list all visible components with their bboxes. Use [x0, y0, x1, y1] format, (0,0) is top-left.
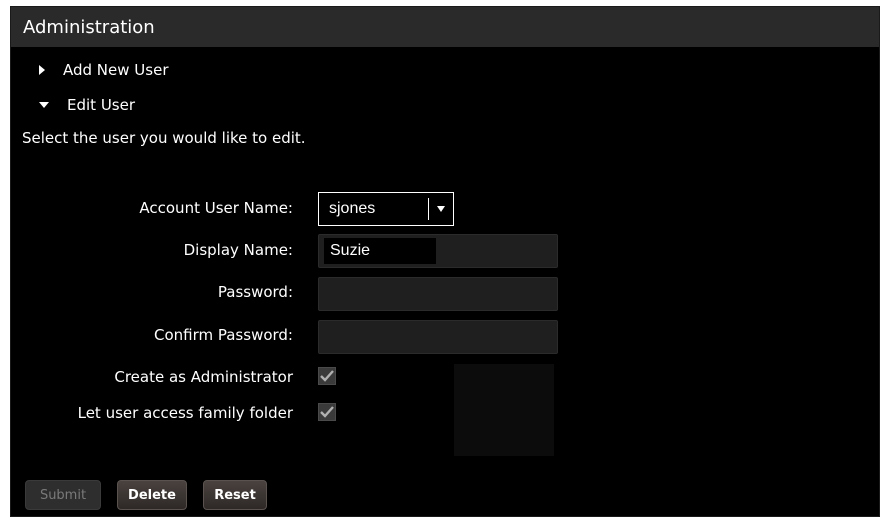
- family-folder-checkbox[interactable]: [318, 403, 336, 421]
- edit-instruction: Select the user you would like to edit.: [22, 129, 306, 147]
- display-name-label: Display Name:: [183, 241, 293, 259]
- delete-button[interactable]: Delete: [117, 480, 187, 510]
- display-name-field[interactable]: Suzie: [318, 234, 558, 268]
- family-folder-label: Let user access family folder: [77, 404, 293, 422]
- create-admin-label: Create as Administrator: [114, 368, 293, 386]
- display-name-value: Suzie: [324, 238, 436, 264]
- confirm-password-label: Confirm Password:: [153, 326, 293, 344]
- triangle-right-icon: [39, 65, 45, 75]
- administration-panel: Administration Add New User Edit User Se…: [10, 6, 880, 517]
- chevron-down-icon[interactable]: [429, 206, 453, 212]
- edit-user-label: Edit User: [67, 96, 136, 114]
- checkmark-icon: [320, 370, 334, 382]
- account-user-name-select[interactable]: sjones: [318, 192, 454, 226]
- panel-header: Administration: [11, 7, 879, 47]
- reset-button[interactable]: Reset: [203, 480, 267, 510]
- add-new-user-label: Add New User: [63, 61, 169, 79]
- submit-button[interactable]: Submit: [25, 480, 101, 510]
- account-user-name-label: Account User Name:: [139, 199, 293, 217]
- empty-area: [454, 364, 554, 456]
- create-admin-checkbox[interactable]: [318, 367, 336, 385]
- confirm-password-field[interactable]: [318, 320, 558, 354]
- account-user-name-value: sjones: [329, 200, 376, 217]
- checkmark-icon: [320, 406, 334, 418]
- password-label: Password:: [217, 283, 293, 301]
- edit-user-toggle[interactable]: Edit User: [39, 96, 135, 114]
- panel-title: Administration: [23, 16, 155, 38]
- add-new-user-toggle[interactable]: Add New User: [39, 61, 168, 79]
- password-field[interactable]: [318, 277, 558, 311]
- triangle-down-icon: [39, 102, 49, 108]
